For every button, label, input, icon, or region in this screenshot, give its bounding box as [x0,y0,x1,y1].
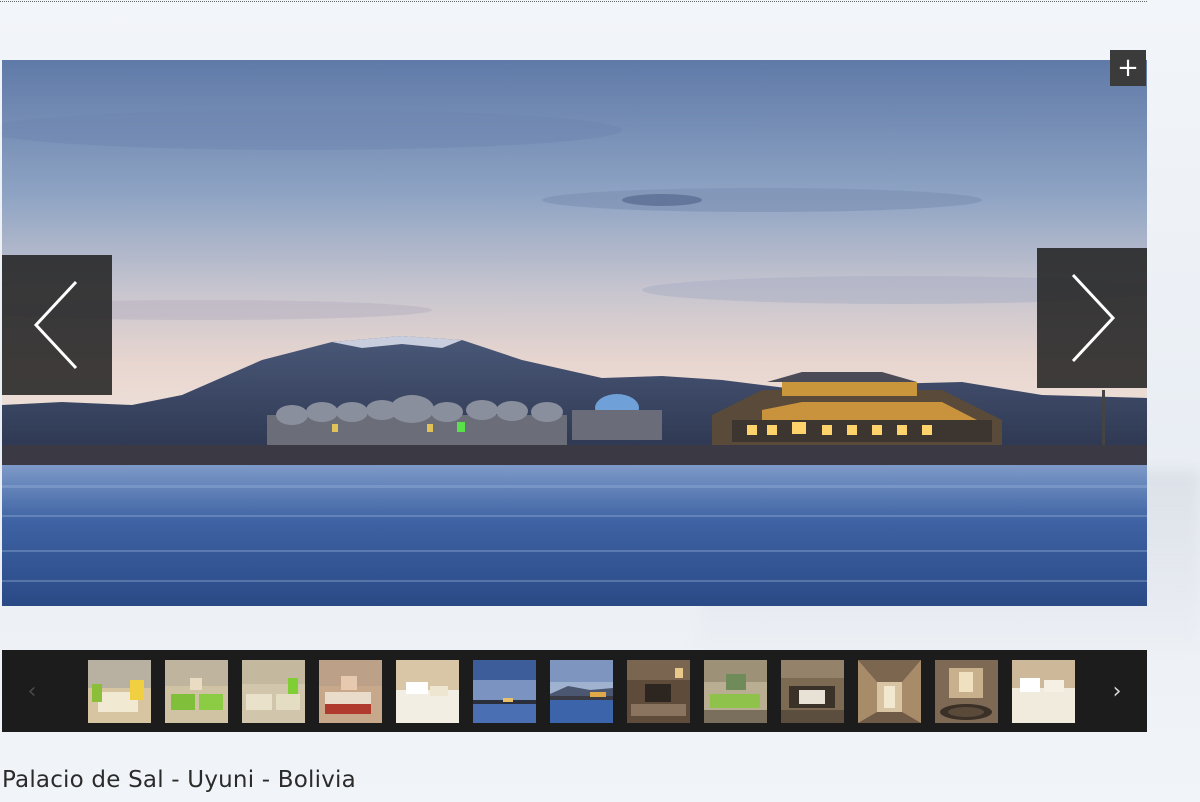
room-twin-beds-photo [242,660,305,723]
thumbnail[interactable] [781,660,844,723]
corridor-photo [858,660,921,723]
thumbnails-next-button[interactable]: › [1087,650,1147,732]
salt-flat-hotel-dusk-photo [2,60,1147,606]
thumbnail[interactable] [704,660,767,723]
chevron-right-icon [1071,273,1116,363]
bed-cream-photo [1012,660,1075,723]
expand-button[interactable]: + [1110,50,1146,86]
top-divider [0,0,1147,2]
lounge-green-sofa-photo [704,660,767,723]
main-photo [2,60,1147,606]
thumbnail[interactable] [319,660,382,723]
thumbnail[interactable] [473,660,536,723]
thumbnail[interactable] [1012,660,1075,723]
previous-photo-button[interactable] [2,255,112,395]
thumbnail[interactable] [935,660,998,723]
thumbnails-prev-button[interactable]: ‹ [2,650,62,732]
chevron-right-icon: › [1112,678,1122,704]
dining-hall-photo [781,660,844,723]
thumbnail[interactable] [396,660,459,723]
bed-towels-photo [396,660,459,723]
chevron-left-icon [33,280,78,370]
room-red-bed-photo [319,660,382,723]
salt-flat-sky-photo [473,660,536,723]
thumbnail[interactable] [627,660,690,723]
hotel-exterior-photo [550,660,613,723]
room-green-beds-photo [165,660,228,723]
thumbnail[interactable] [242,660,305,723]
room-yellow-bed-photo [88,660,151,723]
chevron-left-icon: ‹ [27,678,37,704]
plus-icon: + [1117,53,1139,83]
next-photo-button[interactable] [1037,248,1147,388]
photo-caption: Palacio de Sal - Uyuni - Bolivia [2,767,356,793]
thumbnail-strip: ‹ › [2,650,1147,732]
thumbnail[interactable] [550,660,613,723]
thumbnail[interactable] [858,660,921,723]
thumbnail[interactable] [88,660,151,723]
lounge-dim-photo [627,660,690,723]
thumbnail[interactable] [165,660,228,723]
lobby-photo [935,660,998,723]
